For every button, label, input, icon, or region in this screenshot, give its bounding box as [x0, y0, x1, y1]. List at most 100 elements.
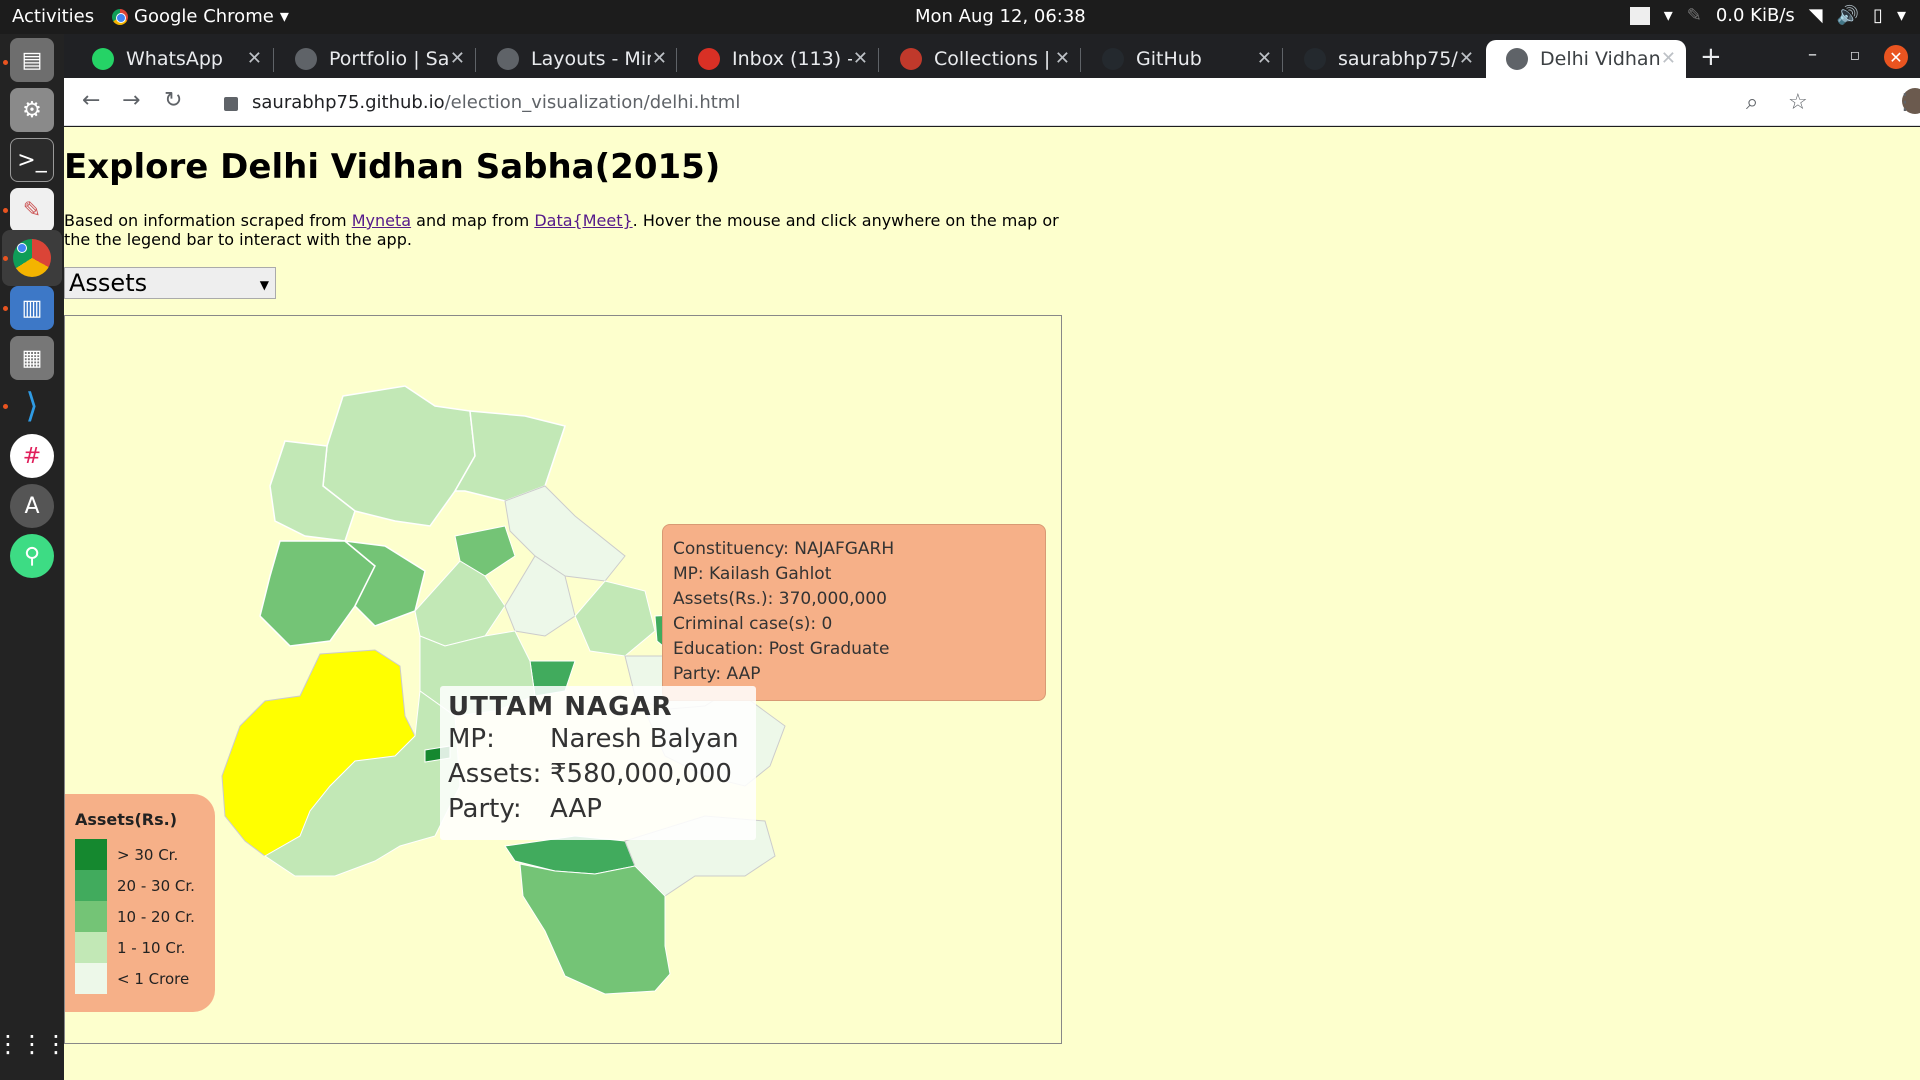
github-icon	[1304, 48, 1326, 70]
constituency-region[interactable]	[259, 540, 376, 647]
reload-button[interactable]: ↻	[164, 88, 182, 113]
tab-4[interactable]: Inbox (113) - s✕	[678, 40, 878, 78]
android-studio-icon[interactable]: ⚲	[10, 534, 54, 578]
close-tab-icon[interactable]: ✕	[450, 48, 465, 69]
tab-8[interactable]: Delhi Vidhan ✕	[1486, 40, 1686, 78]
terminal-icon[interactable]: >_	[10, 138, 54, 182]
metric-select[interactable]: Assets ▼	[64, 267, 276, 299]
caret-down-icon: ▾	[1896, 5, 1906, 26]
map-container[interactable]: Constituency: NAJAFGARH MP: Kailash Gahl…	[64, 315, 1062, 1044]
datameet-link[interactable]: Data{Meet}	[534, 211, 632, 230]
constituency-region[interactable]	[504, 485, 626, 582]
settings-tools-icon[interactable]: ⚙	[10, 88, 54, 132]
info-education: Education: Post Graduate	[673, 639, 890, 659]
app-menu-label: Google Chrome	[134, 6, 274, 27]
tab-separator	[1282, 48, 1283, 72]
tooltip-party-key: Party:	[448, 794, 522, 824]
tab-separator	[475, 48, 476, 72]
close-tab-icon[interactable]: ✕	[1257, 48, 1272, 69]
legend-item[interactable]: > 30 Cr.	[75, 839, 205, 870]
pen-icon	[900, 48, 922, 70]
legend-item[interactable]: 10 - 20 Cr.	[75, 901, 205, 932]
intro-text: Based on information scraped from Myneta…	[64, 211, 1059, 249]
tab-label: Inbox (113) - s	[732, 48, 852, 70]
running-indicator	[3, 404, 8, 409]
running-indicator	[3, 208, 8, 213]
minimize-button[interactable]: –	[1808, 44, 1817, 65]
info-assets: Assets(Rs.): 370,000,000	[673, 589, 887, 609]
constituency-region[interactable]	[414, 560, 506, 647]
clock[interactable]: Mon Aug 12, 06:38	[915, 6, 1086, 27]
tab-label: saurabhp75/e	[1338, 48, 1458, 70]
caret-down-icon: ▾	[1663, 5, 1673, 26]
address-bar[interactable]: saurabhp75.github.io/election_visualizat…	[214, 84, 1804, 120]
new-tab-button[interactable]: +	[1700, 42, 1722, 72]
legend-label: < 1 Crore	[117, 969, 190, 988]
legend-swatch	[75, 963, 107, 994]
url-host: saurabhp75.github.io	[252, 91, 445, 113]
writer-icon[interactable]: ▥	[10, 286, 54, 330]
maximize-button[interactable]: ◻	[1850, 48, 1860, 62]
close-tab-icon[interactable]: ✕	[1055, 48, 1070, 69]
volume-icon: 🔊	[1836, 5, 1860, 26]
bookmark-star-icon[interactable]: ☆	[1788, 90, 1808, 115]
legend-swatch	[75, 839, 107, 870]
constituency-info-panel: Constituency: NAJAFGARH MP: Kailash Gahl…	[662, 524, 1046, 701]
tab-separator	[878, 48, 879, 72]
forward-button[interactable]: →	[122, 88, 140, 113]
page-title: Explore Delhi Vidhan Sabha(2015)	[64, 147, 721, 187]
calculator-icon[interactable]: ▦	[10, 336, 54, 380]
tab-6[interactable]: GitHub ✕	[1082, 40, 1282, 78]
slack-icon[interactable]: #	[10, 434, 54, 478]
chrome-menu-icon[interactable]: ⋮	[1894, 90, 1916, 115]
tooltip-party-value: AAP	[550, 794, 602, 824]
back-button[interactable]: ←	[82, 88, 100, 113]
tab-5[interactable]: Collections | . ✕	[880, 40, 1080, 78]
wifi-icon: ◥	[1808, 5, 1823, 26]
constituency-region[interactable]	[519, 863, 671, 995]
software-updater-icon[interactable]: A	[10, 484, 54, 528]
legend-label: 1 - 10 Cr.	[117, 938, 186, 957]
system-top-bar: Activities Google Chrome ▾ Mon Aug 12, 0…	[0, 0, 1920, 34]
close-tab-icon[interactable]: ✕	[247, 48, 262, 69]
close-tab-icon[interactable]: ✕	[1661, 48, 1676, 69]
legend[interactable]: Assets(Rs.) > 30 Cr. 20 - 30 Cr. 10 - 20 C…	[65, 794, 215, 1012]
constituency-region[interactable]	[574, 580, 656, 657]
info-mp: MP: Kailash Gahlot	[673, 564, 832, 584]
tooltip-mp-key: MP:	[448, 724, 495, 754]
tooltip-title: UTTAM NAGAR	[448, 692, 673, 722]
tooltip-assets-key: Assets:	[448, 759, 542, 789]
legend-item[interactable]: 1 - 10 Cr.	[75, 932, 205, 963]
app-menu[interactable]: Google Chrome ▾	[112, 6, 289, 27]
window-close-button[interactable]: ✕	[1884, 45, 1908, 69]
globe-icon	[295, 48, 317, 70]
tab-1[interactable]: WhatsApp ✕	[72, 40, 272, 78]
vscode-icon[interactable]: ⟩	[10, 384, 54, 428]
caret-down-icon: ▾	[279, 6, 289, 27]
close-tab-icon[interactable]: ✕	[1459, 48, 1474, 69]
tab-3[interactable]: Layouts - Min ✕	[477, 40, 677, 78]
chrome-icon	[112, 8, 128, 25]
system-tray[interactable]: ▾ ✎ 0.0 KiB/s ◥ 🔊 ▯ ▾	[1629, 5, 1906, 26]
info-constituency: Constituency: NAJAFGARH	[673, 539, 895, 559]
tab-label: WhatsApp	[126, 48, 223, 70]
browser-toolbar: ← → ↻ saurabhp75.github.io/election_visu…	[64, 78, 1920, 126]
close-tab-icon[interactable]: ✕	[652, 48, 667, 69]
show-apps-icon[interactable]: ⋮⋮⋮	[0, 1022, 68, 1066]
text-editor-icon[interactable]: ✎	[10, 188, 54, 232]
close-tab-icon[interactable]: ✕	[853, 48, 868, 69]
lock-icon	[224, 97, 238, 111]
select-arrow-icon: ▼	[259, 278, 269, 292]
files-icon[interactable]: ▤	[10, 38, 54, 82]
globe-icon	[497, 48, 519, 70]
chrome-dock-icon[interactable]	[10, 236, 54, 280]
zoom-icon[interactable]: ⌕	[1746, 90, 1758, 115]
tab-2[interactable]: Portfolio | Sa ✕	[275, 40, 475, 78]
myneta-link[interactable]: Myneta	[352, 211, 411, 230]
tab-7[interactable]: saurabhp75/e ✕	[1284, 40, 1484, 78]
info-party: Party: AAP	[673, 664, 761, 684]
legend-item[interactable]: < 1 Crore	[75, 963, 205, 994]
running-indicator	[3, 306, 8, 311]
activities-button[interactable]: Activities	[12, 6, 94, 27]
legend-item[interactable]: 20 - 30 Cr.	[75, 870, 205, 901]
